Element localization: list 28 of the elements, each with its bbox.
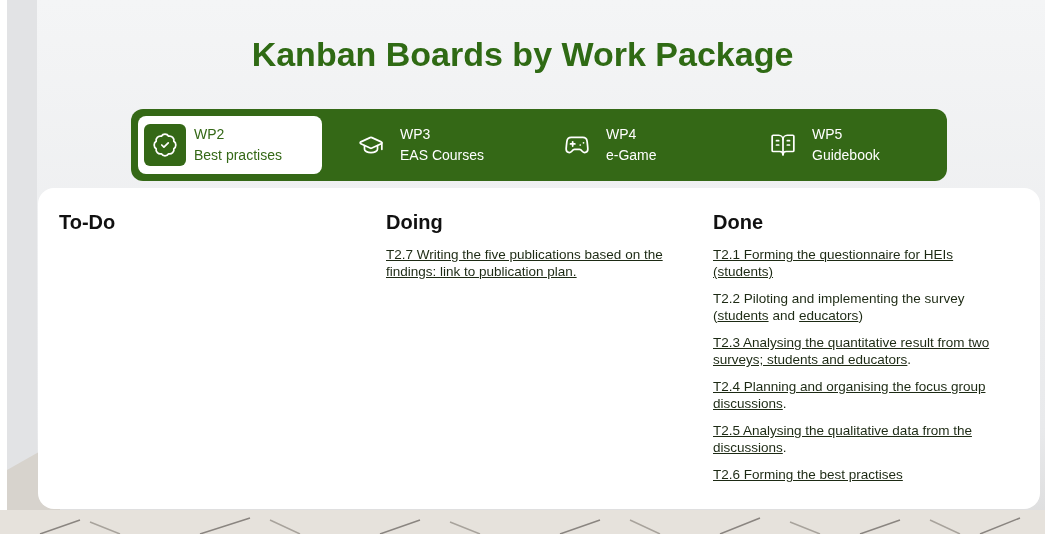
task-link[interactable]: students — [717, 307, 769, 324]
work-package-tab[interactable]: WP3 EAS Courses — [344, 116, 528, 174]
column-heading: To-Do — [59, 210, 117, 234]
page-title: Kanban Boards by Work Package — [251, 34, 794, 75]
task-link[interactable]: T2.7 Writing the five publications based on the — [386, 246, 663, 263]
work-package-tab[interactable]: WP4 e-Game — [550, 116, 734, 174]
task-link[interactable]: discussions — [713, 395, 783, 412]
task-link[interactable]: T2.6 Forming the best practises — [713, 466, 903, 483]
task-link[interactable]: (students) — [713, 263, 774, 280]
task-text: ) — [858, 307, 863, 324]
task-link[interactable]: T2.1 Forming the questionnaire for HEIs — [713, 246, 954, 263]
task-text: . — [782, 395, 787, 412]
task-link[interactable]: educators — [799, 307, 859, 324]
task-link[interactable]: discussions — [713, 439, 783, 456]
badge-check-icon — [144, 124, 186, 166]
task-text: ( — [713, 307, 718, 324]
work-package-tab[interactable]: WP2 Best practises — [138, 116, 322, 174]
task-text: T2.2 Piloting and implementing the survey — [713, 290, 965, 307]
work-package-tab[interactable]: WP5 Guidebook — [756, 116, 940, 174]
task-text: and — [772, 307, 796, 324]
task-link[interactable]: T2.3 Analysing the quantitative result from two — [713, 334, 990, 351]
task-link[interactable]: T2.5 Analysing the qualitative data from the — [713, 422, 972, 439]
task-link[interactable]: findings: link to publication plan. — [386, 263, 577, 280]
task-text: . — [907, 351, 912, 368]
task-link[interactable]: T2.4 Planning and organising the focus group — [713, 378, 986, 395]
column-heading: Doing — [386, 210, 444, 234]
task-text: . — [782, 439, 787, 456]
column-heading: Done — [713, 210, 764, 234]
